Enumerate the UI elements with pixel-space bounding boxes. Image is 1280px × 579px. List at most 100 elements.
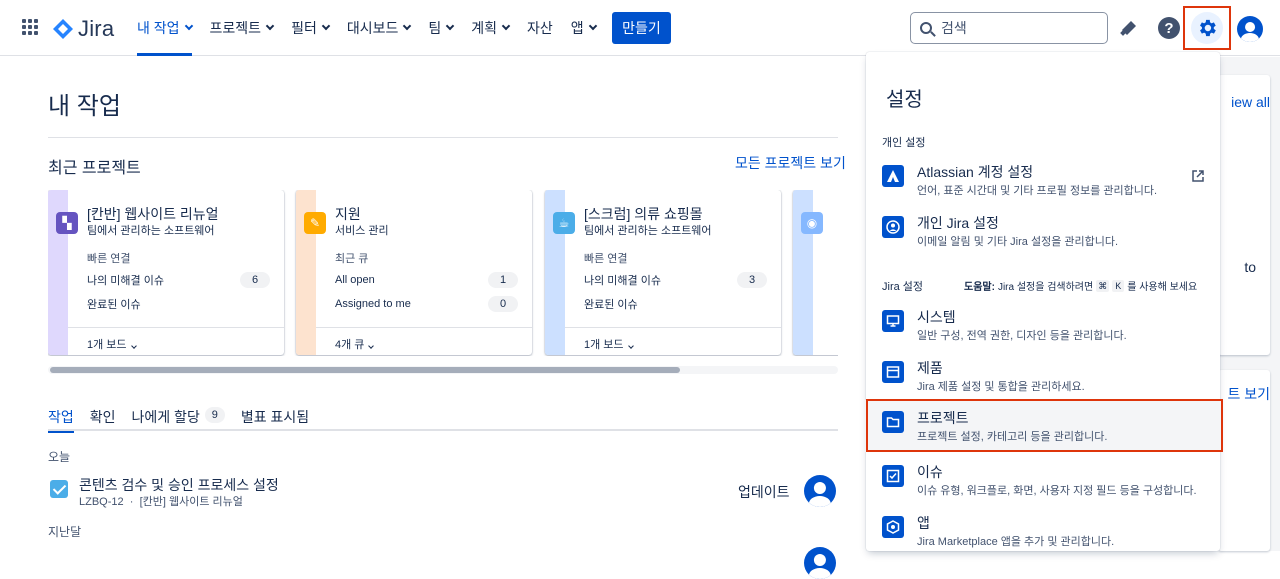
jira-logo[interactable]: Jira [52,16,114,42]
count-badge: 6 [240,272,270,288]
project-avatar-icon: ◉ [801,212,823,234]
project-card[interactable]: ✎ 지원 서비스 관리 최근 큐 All open 1 Assigned to m… [296,190,532,355]
task-key: LZBQ-12 [79,496,124,508]
profile-avatar[interactable] [1237,16,1263,42]
person-settings-icon [882,216,904,238]
project-name[interactable]: [칸반] 웹사이트 리뉴얼 [87,204,218,224]
count-badge: 9 [204,407,225,423]
quick-link[interactable]: Assigned to me 0 [335,296,518,312]
menu-item-desc: Jira 제품 설정 및 통합을 관리하세요. [917,381,1085,393]
nav-plans[interactable]: 계획 [462,0,518,56]
tab-assigned-to-me[interactable]: 나에게 할당 9 [132,407,225,431]
assignee-avatar[interactable] [804,475,836,507]
tab-viewed[interactable]: 확인 [90,407,116,431]
avatar-body [1240,33,1260,42]
quick-link[interactable]: 완료된 이슈 [87,296,270,312]
menu-item-title: 시스템 [917,309,956,325]
chevron-down-icon [627,343,634,349]
task-row[interactable]: 콘텐츠 검수 및 승인 프로세스 설정 LZBQ-12 · [칸반] 웹사이트 … [48,475,838,511]
app-switcher-icon[interactable] [22,19,38,35]
product-settings[interactable]: 제품 Jira 제품 설정 및 통합을 관리하세요. [866,350,1220,402]
atlassian-account-settings[interactable]: Atlassian 계정 설정 언어, 표준 시간대 및 기타 프로필 정보를 … [866,154,1220,206]
right-panel-card: 트 보기 [1218,370,1270,551]
project-avatar-icon: ✎ [304,212,326,234]
tab-starred[interactable]: 별표 표시됨 [241,407,309,431]
nav-filters[interactable]: 필터 [282,0,338,56]
quick-link-label: Assigned to me [335,298,411,310]
nav-label: 앱 [570,20,584,36]
personal-jira-settings[interactable]: 개인 Jira 설정 이메일 알림 및 기타 Jira 설정을 관리합니다. [866,205,1220,257]
hint-prefix: 도움말: [964,282,995,293]
nav-teams[interactable]: 팀 [419,0,462,56]
group-heading-today: 오늘 [48,450,71,464]
jira-settings-header: Jira 설정 [882,281,924,293]
quick-link[interactable]: All open 1 [335,272,518,288]
project-avatar-icon: ☕ [553,212,575,234]
chevron-down-icon [403,21,412,31]
avatar-body [808,496,832,507]
menu-item-desc: 언어, 표준 시간대 및 기타 프로필 정보를 관리합니다. [917,185,1158,197]
menu-item-desc: Jira Marketplace 앱을 추가 및 관리합니다. [917,536,1115,548]
panel-text: to [1244,259,1256,275]
card-footer[interactable]: 4개 큐 [316,327,532,352]
settings-button[interactable] [1183,6,1231,50]
quick-link-label: 나의 미해결 이슈 [584,275,661,287]
system-settings[interactable]: 시스템 일반 구성, 전역 권한, 디자인 등을 관리합니다. [866,299,1220,351]
project-card[interactable]: ▚ [칸반] 웹사이트 리뉴얼 팀에서 관리하는 소프트웨어 빠른 연결 나의 … [48,190,284,355]
megaphone-icon [1120,21,1136,36]
project-card[interactable]: ☕ [스크럼] 의류 쇼핑몰 팀에서 관리하는 소프트웨어 빠른 연결 나의 미… [545,190,781,355]
count-badge: 0 [488,296,518,312]
nav-apps[interactable]: 앱 [562,0,605,56]
recent-projects-carousel: ▚ [칸반] 웹사이트 리뉴얼 팀에서 관리하는 소프트웨어 빠른 연결 나의 … [48,190,838,356]
quick-link-label: 완료된 이슈 [87,299,141,311]
project-type: 팀에서 관리하는 소프트웨어 [87,225,215,237]
chevron-down-icon [588,21,597,31]
quick-link[interactable]: 나의 미해결 이슈 3 [584,272,767,288]
view-link[interactable]: 트 보기 [1227,384,1270,404]
chevron-down-icon [130,343,137,349]
issue-icon [882,465,904,487]
command-key: ⌘ [1096,279,1110,292]
card-footer[interactable]: 1개 보드 [565,327,781,352]
notifications-button[interactable] [1115,14,1143,42]
main-nav: 내 작업 프로젝트 필터 대시보드 팀 계획 자산 앱 [128,0,605,56]
view-all-link[interactable]: iew all [1231,94,1270,110]
task-type-icon [50,480,68,498]
quick-link[interactable]: 나의 미해결 이슈 6 [87,272,270,288]
view-all-projects-link[interactable]: 모든 프로젝트 보기 [735,153,846,173]
app-icon [882,516,904,538]
card-footer[interactable]: 1개 보드 [68,327,284,352]
project-name[interactable]: [스크럼] 의류 쇼핑몰 [584,204,703,224]
issue-settings[interactable]: 이슈 이슈 유형, 워크플로, 화면, 사용자 지정 필드 등을 구성합니다. [866,454,1220,506]
app-settings[interactable]: 앱 Jira Marketplace 앱을 추가 및 관리합니다. [866,505,1220,557]
recent-projects-title: 최근 프로젝트 [48,160,141,177]
nav-assets[interactable]: 자산 [518,0,562,56]
quick-link[interactable]: 완료된 이슈 [584,296,767,312]
scrollbar-thumb[interactable] [50,367,680,373]
help-button[interactable]: ? [1155,14,1183,42]
hint-suffix: 를 사용해 보세요 [1127,282,1198,293]
nav-projects[interactable]: 프로젝트 [201,0,283,56]
carousel-scrollbar[interactable] [48,366,838,374]
project-name[interactable]: 지원 [335,204,361,224]
top-navigation: Jira 내 작업 프로젝트 필터 대시보드 팀 계획 자산 앱 만들기 검색 … [0,0,1280,56]
chevron-down-icon [501,21,511,31]
nav-dashboards[interactable]: 대시보드 [338,0,420,56]
chevron-down-icon [368,343,375,349]
menu-item-desc: 이슈 유형, 워크플로, 화면, 사용자 지정 필드 등을 구성합니다. [917,485,1197,497]
task-status: 업데이트 [738,484,790,500]
assignee-avatar[interactable] [804,547,836,579]
quick-link-label: All open [335,274,375,286]
create-button[interactable]: 만들기 [612,12,671,44]
nav-label: 자산 [527,20,553,36]
right-panel-card: iew all to [1218,75,1270,355]
search-icon [920,22,932,34]
menu-item-title: 제품 [917,360,943,376]
tab-worked-on[interactable]: 작업 [48,407,74,433]
quick-links-header: 빠른 연결 [87,253,131,265]
search-input[interactable]: 검색 [910,12,1108,44]
task-title[interactable]: 콘텐츠 검수 및 승인 프로세스 설정 [79,475,279,495]
nav-my-work[interactable]: 내 작업 [128,0,201,56]
project-card[interactable]: ◉ [793,190,838,355]
meta-separator: · [129,496,134,508]
